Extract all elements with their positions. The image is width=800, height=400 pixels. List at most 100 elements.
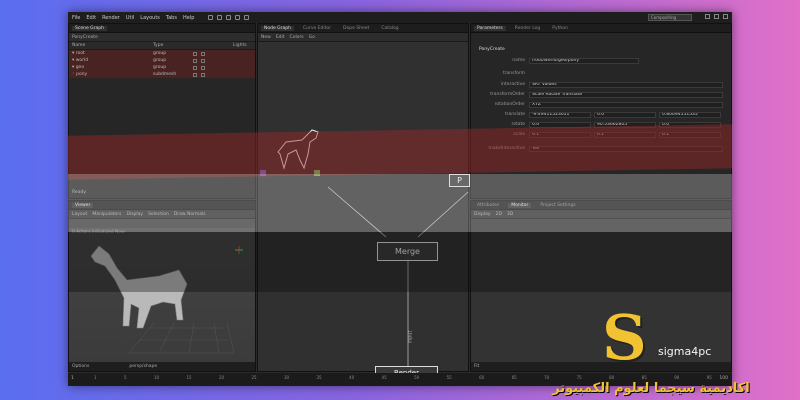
monitor-display[interactable]: Display (474, 212, 491, 217)
close-icon[interactable] (723, 14, 728, 19)
param-row: transform (471, 70, 731, 77)
tab-render-log[interactable]: Render Log (512, 26, 544, 31)
param-label: name (512, 58, 525, 63)
viewer-menu-draw-normals[interactable]: Draw Normals (174, 212, 206, 217)
param-label: interactive (500, 82, 525, 87)
tab-dope-sheet[interactable]: Dope Sheet (340, 26, 372, 31)
node-p[interactable]: P (449, 174, 470, 187)
param-value[interactable]: 0.1 (529, 131, 591, 138)
scene-graph-header: Name Type Lights (69, 42, 255, 50)
monitor-toolbar: Display 2D 3D (471, 210, 731, 219)
param-value[interactable]: 90.53662805 (594, 121, 656, 128)
viewer-tabbar: Viewer (69, 201, 255, 210)
ng-menu-new[interactable]: New (261, 35, 271, 40)
param-value[interactable]: 0.1 (659, 131, 721, 138)
node-graph-canvas[interactable] (258, 42, 470, 372)
tab-scene-graph[interactable]: Scene Graph (72, 25, 107, 31)
viewport-info: 0 Actors Initialized Now (72, 230, 125, 235)
lock-icon[interactable] (201, 72, 205, 77)
param-dropdown[interactable]: SRT Values (529, 81, 723, 88)
menu-file[interactable]: File (72, 15, 80, 21)
scene-graph-source[interactable]: PonyCreate (72, 35, 98, 40)
lock-icon[interactable] (201, 51, 205, 56)
param-value[interactable]: 0.0 (594, 111, 656, 118)
tab-monitor[interactable]: Monitor (508, 202, 532, 208)
viewer-menu-display[interactable]: Display (126, 212, 143, 217)
viewport-3d[interactable]: 0 Actors Initialized Now (69, 228, 255, 363)
menu-help[interactable]: Help (183, 15, 194, 21)
scene-graph-row[interactable]: ◦ pony subdmesh (69, 71, 255, 78)
menu-edit[interactable]: Edit (86, 15, 96, 21)
brand-logo-mark: S (602, 301, 647, 374)
node-port-green[interactable] (314, 170, 320, 176)
node-port-blue[interactable] (260, 170, 266, 176)
monitor-fit[interactable]: Fit (474, 364, 479, 369)
param-dropdown[interactable]: Scale Rotate Translate (529, 91, 723, 98)
tab-attributes[interactable]: Attributes (474, 203, 502, 208)
viewer-camera[interactable]: persp/shape (129, 364, 157, 369)
param-value[interactable]: 0.0 (659, 121, 721, 128)
viewer-options[interactable]: Options (72, 364, 89, 369)
viewer-menu-selection[interactable]: Selection (148, 212, 169, 217)
preview-icon[interactable] (244, 15, 250, 20)
param-value[interactable]: -9.49411523011 (529, 111, 591, 118)
lock-icon[interactable] (201, 65, 205, 70)
monitor-3d[interactable]: 3D (507, 212, 513, 217)
layout-select[interactable]: Compositing (648, 14, 692, 21)
tab-project-settings[interactable]: Project Settings (537, 203, 578, 208)
node-merge[interactable]: Merge (377, 242, 438, 261)
row-vis-icons (193, 58, 233, 63)
tab-viewer[interactable]: Viewer (72, 202, 94, 208)
param-label: makeInteractive (488, 146, 525, 151)
param-value[interactable]: 0.0 (529, 121, 591, 128)
menu-layouts[interactable]: Layouts (140, 15, 160, 21)
tab-python[interactable]: Python (549, 26, 571, 31)
eye-icon[interactable] (193, 65, 197, 70)
lock-icon[interactable] (201, 58, 205, 63)
undo-icon[interactable] (217, 15, 223, 20)
horse-3d-model (90, 245, 243, 354)
scene-graph-row[interactable]: ▾ world group (69, 57, 255, 64)
tab-parameters[interactable]: Parameters (474, 25, 506, 31)
viewer-menu-manipulators[interactable]: Manipulators (92, 212, 121, 217)
param-value[interactable]: /root/world/geo/pony (529, 57, 639, 64)
menu-tabs[interactable]: Tabs (166, 15, 177, 21)
tick-label: 60 (479, 375, 485, 380)
tick-label: 45 (381, 375, 387, 380)
viewer-menu-layout[interactable]: Layout (72, 212, 87, 217)
param-value[interactable]: 0.1 (594, 131, 656, 138)
col-lights[interactable]: Lights (233, 43, 253, 48)
col-type[interactable]: Type (153, 43, 193, 48)
param-value[interactable]: 0.80094151535 (659, 111, 721, 118)
col-name[interactable]: Name (69, 43, 153, 48)
menu-util[interactable]: Util (126, 15, 134, 21)
tab-node-graph[interactable]: Node Graph (261, 25, 294, 31)
ng-menu-colors[interactable]: Colors (290, 35, 304, 40)
ng-menu-edit[interactable]: Edit (276, 35, 285, 40)
scene-graph-row[interactable]: ▾ root group (69, 50, 255, 57)
parameters-panel: Parameters Render Log Python PonyCreate … (470, 23, 732, 199)
param-row: name /root/world/geo/pony (471, 57, 731, 64)
row-vis-icons (193, 65, 233, 70)
param-dropdown[interactable]: Yes (529, 145, 723, 152)
maximize-icon[interactable] (714, 14, 719, 19)
tab-curve-editor[interactable]: Curve Editor (300, 26, 334, 31)
redo-icon[interactable] (226, 15, 232, 20)
menu-render[interactable]: Render (102, 15, 120, 21)
pony-node-thumbnail[interactable] (277, 129, 319, 170)
monitor-2d[interactable]: 2D (496, 212, 502, 217)
tab-catalog[interactable]: Catalog (378, 26, 401, 31)
render-icon[interactable] (235, 15, 241, 20)
minimize-icon[interactable] (705, 14, 710, 19)
scene-graph-row[interactable]: ▾ geo group (69, 64, 255, 71)
eye-icon[interactable] (193, 58, 197, 63)
ng-menu-go[interactable]: Go (309, 35, 315, 40)
eye-icon[interactable] (193, 72, 197, 77)
param-label: transformOrder (490, 92, 525, 97)
eye-icon[interactable] (193, 51, 197, 56)
refresh-icon[interactable] (208, 15, 214, 20)
param-row: makeInteractive Yes (471, 145, 731, 152)
param-dropdown[interactable]: XYZ (529, 101, 723, 108)
row-type: group (153, 65, 167, 70)
timeline-start[interactable]: 1 (71, 376, 74, 381)
